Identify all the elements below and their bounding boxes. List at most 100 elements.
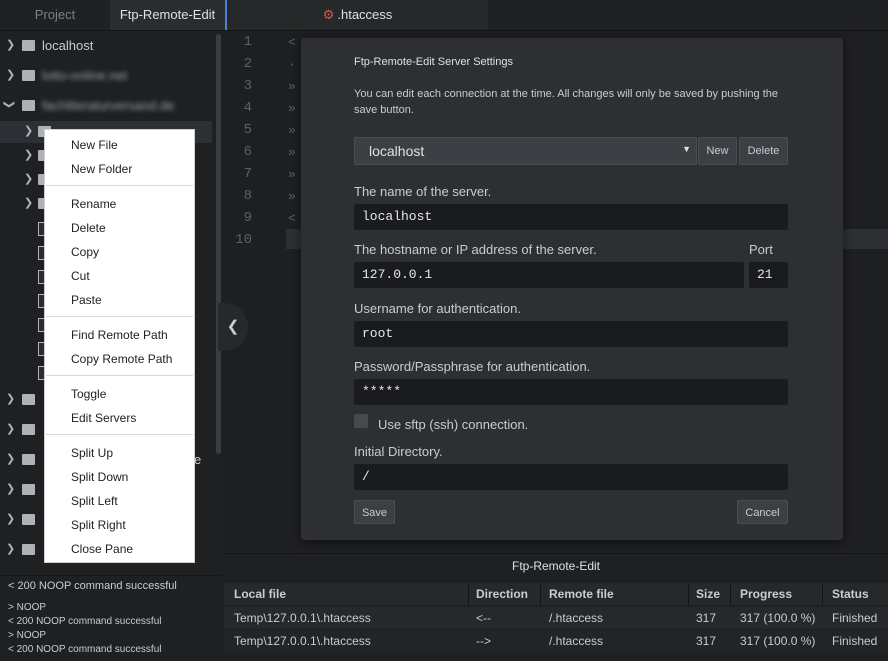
menu-item-new-file[interactable]: New File xyxy=(71,135,118,155)
chevron-right-icon[interactable]: ❯ xyxy=(6,512,15,525)
queue-row[interactable]: Temp\127.0.0.1\.htaccess <-- /.htaccess … xyxy=(224,607,888,629)
chevron-right-icon[interactable]: ❯ xyxy=(6,38,15,51)
col-divider xyxy=(688,583,689,605)
context-menu: New File New Folder Rename Delete Copy C… xyxy=(44,129,195,563)
dropdown-arrow-icon: ▼ xyxy=(682,144,691,154)
tab-ftp-remote-edit[interactable]: Ftp-Remote-Edit xyxy=(110,0,227,30)
queue-title: Ftp-Remote-Edit xyxy=(511,559,601,573)
username-input[interactable]: root xyxy=(354,321,788,347)
menu-item-toggle[interactable]: Toggle xyxy=(71,384,106,404)
col-status[interactable]: Status xyxy=(832,583,869,605)
menu-item-split-up[interactable]: Split Up xyxy=(71,443,113,463)
tree-item-label: localhost xyxy=(42,38,94,53)
cell-remote-file: /.htaccess xyxy=(549,634,604,648)
cell-direction: <-- xyxy=(476,611,491,625)
cell-local-file: Temp\127.0.0.1\.htaccess xyxy=(234,611,371,625)
server-folder-icon xyxy=(22,454,35,465)
menu-separator xyxy=(46,185,193,186)
chevron-left-icon: ❮ xyxy=(226,318,240,335)
chevron-right-icon[interactable]: ❯ xyxy=(24,172,33,185)
menu-item-close-pane[interactable]: Close Pane xyxy=(71,539,133,559)
line-number: 7 xyxy=(243,166,252,182)
log-line: < 200 NOOP command successful xyxy=(8,644,162,655)
server-folder-icon xyxy=(22,70,35,81)
col-direction[interactable]: Direction xyxy=(476,583,528,605)
menu-item-split-down[interactable]: Split Down xyxy=(71,467,128,487)
initial-directory-input[interactable]: / xyxy=(354,464,788,490)
tab-project[interactable]: Project xyxy=(0,0,110,30)
tree-item-label-partial: e xyxy=(194,452,202,467)
menu-item-split-right[interactable]: Split Right xyxy=(71,515,126,535)
delete-server-button[interactable]: Delete xyxy=(739,137,788,165)
chevron-right-icon[interactable]: ❯ xyxy=(6,392,15,405)
col-divider xyxy=(540,583,541,605)
chevron-right-icon[interactable]: ❯ xyxy=(6,542,15,555)
tree-item-server[interactable]: ❯ lotto-online.net xyxy=(0,65,222,87)
menu-item-find-remote-path[interactable]: Find Remote Path xyxy=(71,325,168,345)
dialog-title: Ftp-Remote-Edit Server Settings xyxy=(354,56,513,68)
tree-scrollbar[interactable] xyxy=(216,34,221,454)
server-folder-icon xyxy=(22,544,35,555)
cell-remote-file: /.htaccess xyxy=(549,611,604,625)
line-number: 8 xyxy=(243,188,252,204)
cell-status: Finished xyxy=(832,634,878,648)
cell-direction: --> xyxy=(476,634,491,648)
password-input[interactable]: ***** xyxy=(354,379,788,405)
col-remote-file[interactable]: Remote file xyxy=(549,583,614,605)
chevron-right-icon[interactable]: ❯ xyxy=(6,68,15,81)
menu-item-copy-remote-path[interactable]: Copy Remote Path xyxy=(71,349,172,369)
code-marker: » xyxy=(288,145,296,160)
cell-size: 317 xyxy=(696,611,717,625)
menu-item-rename[interactable]: Rename xyxy=(71,194,116,214)
server-folder-icon xyxy=(22,484,35,495)
save-button[interactable]: Save xyxy=(354,500,395,524)
server-select[interactable]: localhost ▼ xyxy=(354,137,697,165)
sftp-checkbox[interactable] xyxy=(354,414,368,428)
code-marker: » xyxy=(288,101,296,116)
tab-bar: Project Ftp-Remote-Edit ⚙ .htaccess xyxy=(0,0,888,31)
hostname-input[interactable]: 127.0.0.1 xyxy=(354,262,744,288)
tree-item-server-expanded[interactable]: ❯ fachliteraturversand.de xyxy=(0,95,222,117)
port-input[interactable]: 21 xyxy=(749,262,788,288)
chevron-right-icon[interactable]: ❯ xyxy=(24,148,33,161)
line-number: 6 xyxy=(243,144,252,160)
new-server-button[interactable]: New xyxy=(698,137,737,165)
code-marker: » xyxy=(288,189,296,204)
queue-row[interactable]: Temp\127.0.0.1\.htaccess --> /.htaccess … xyxy=(224,630,888,652)
chevron-down-icon[interactable]: ❯ xyxy=(3,100,16,109)
col-size[interactable]: Size xyxy=(696,583,720,605)
menu-item-copy[interactable]: Copy xyxy=(71,242,99,262)
col-divider xyxy=(468,583,469,605)
menu-item-new-folder[interactable]: New Folder xyxy=(71,159,132,179)
queue-header-row: Local file Direction Remote file Size Pr… xyxy=(224,583,888,605)
menu-item-paste[interactable]: Paste xyxy=(71,290,102,310)
server-folder-icon xyxy=(22,394,35,405)
tree-item-localhost[interactable]: ❯ localhost xyxy=(0,35,222,57)
server-folder-icon xyxy=(22,424,35,435)
chevron-right-icon[interactable]: ❯ xyxy=(6,422,15,435)
cancel-button[interactable]: Cancel xyxy=(737,500,788,524)
tree-item-label: lotto-online.net xyxy=(42,68,128,83)
col-local-file[interactable]: Local file xyxy=(234,583,286,605)
sftp-label: Use sftp (ssh) connection. xyxy=(378,417,529,432)
menu-item-split-left[interactable]: Split Left xyxy=(71,491,118,511)
menu-item-delete[interactable]: Delete xyxy=(71,218,106,238)
server-folder-icon xyxy=(22,514,35,525)
log-line: > NOOP xyxy=(8,630,47,641)
transfer-queue-panel: Ftp-Remote-Edit Local file Direction Rem… xyxy=(224,553,888,661)
menu-item-cut[interactable]: Cut xyxy=(71,266,90,286)
chevron-right-icon[interactable]: ❯ xyxy=(6,482,15,495)
chevron-right-icon[interactable]: ❯ xyxy=(24,124,33,137)
tab-htaccess-label: .htaccess xyxy=(337,7,393,22)
tab-htaccess[interactable]: ⚙ .htaccess xyxy=(227,0,488,30)
menu-item-edit-servers[interactable]: Edit Servers xyxy=(71,408,136,428)
code-marker: » xyxy=(288,123,296,138)
code-marker: » xyxy=(288,79,296,94)
line-number: 5 xyxy=(243,122,252,138)
chevron-right-icon[interactable]: ❯ xyxy=(6,452,15,465)
server-select-value: localhost xyxy=(369,143,425,159)
server-name-input[interactable]: localhost xyxy=(354,204,788,230)
chevron-right-icon[interactable]: ❯ xyxy=(24,196,33,209)
cell-local-file: Temp\127.0.0.1\.htaccess xyxy=(234,634,371,648)
col-progress[interactable]: Progress xyxy=(740,583,792,605)
